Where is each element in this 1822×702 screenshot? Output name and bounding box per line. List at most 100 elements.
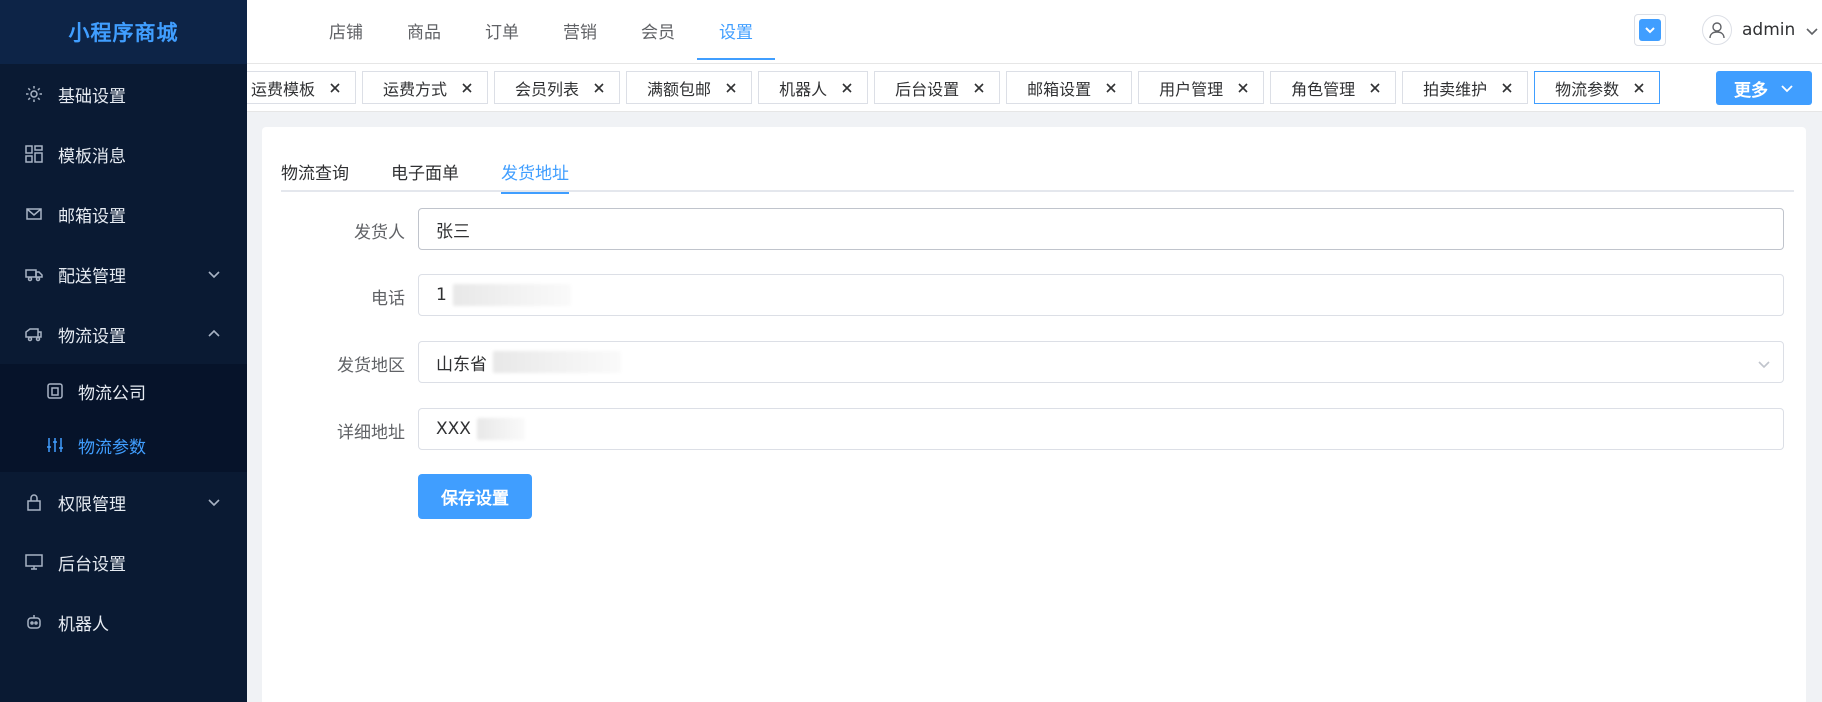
- tab-logistics-query[interactable]: 物流查询: [281, 159, 349, 192]
- sidebar-item-logistics-company[interactable]: 物流公司: [0, 364, 247, 418]
- tag-label: 邮箱设置: [1027, 79, 1092, 99]
- form-row-sender: 发货人 张三: [262, 208, 1806, 250]
- tag-item[interactable]: 机器人: [758, 71, 869, 104]
- mail-icon: [24, 204, 44, 224]
- tag-item[interactable]: 满额包邮: [626, 71, 753, 104]
- lock-icon: [24, 492, 44, 512]
- sidebar-item-label: 物流公司: [78, 383, 146, 404]
- sidebar-item-logistics-settings[interactable]: 物流设置: [0, 304, 247, 364]
- close-icon[interactable]: [1369, 82, 1381, 94]
- sidebar: 小程序商城 基础设置 模板消息 邮箱设置 配送管理 物流设置 物流公司 物流参数…: [0, 0, 247, 702]
- sidebar-item-label: 基础设置: [58, 86, 126, 107]
- region-label: 发货地区: [337, 356, 405, 376]
- tab-electronic-waybill[interactable]: 电子面单: [391, 159, 459, 192]
- top-nav-products[interactable]: 商品: [385, 0, 463, 60]
- sidebar-item-label: 模板消息: [58, 146, 126, 167]
- close-icon[interactable]: [329, 82, 341, 94]
- close-icon[interactable]: [593, 82, 605, 94]
- tag-label: 拍卖维护: [1423, 79, 1488, 99]
- avatar: [1702, 15, 1732, 45]
- redacted-mask: [452, 284, 571, 306]
- sidebar-item-label: 后台设置: [58, 554, 126, 575]
- sidebar-item-label: 物流设置: [58, 326, 126, 347]
- top-nav-orders[interactable]: 订单: [463, 0, 541, 60]
- tag-label: 物流参数: [1555, 79, 1620, 99]
- top-nav-shop[interactable]: 店铺: [307, 0, 385, 60]
- sidebar-item-label: 物流参数: [78, 437, 146, 458]
- sidebar-item-basic-settings[interactable]: 基础设置: [0, 64, 247, 124]
- sidebar-item-permission-management[interactable]: 权限管理: [0, 472, 247, 532]
- building-icon: [46, 382, 64, 400]
- save-settings-button[interactable]: 保存设置: [418, 474, 532, 519]
- form-row-region: 发货地区 山东省: [262, 341, 1806, 383]
- top-nav-settings[interactable]: 设置: [697, 0, 775, 60]
- top-header: 店铺 商品 订单 营销 会员 设置 admin: [247, 0, 1822, 64]
- address-value: XXX: [436, 419, 471, 439]
- user-menu[interactable]: admin: [1702, 14, 1819, 46]
- tag-item[interactable]: 会员列表: [494, 71, 621, 104]
- form-row-address: 详细地址 XXX: [262, 408, 1806, 450]
- settings-card: 物流查询 电子面单 发货地址 发货人 张三 电话 1 发货地区 山东省 详细地址…: [262, 127, 1806, 702]
- tab-shipping-address[interactable]: 发货地址: [501, 159, 569, 194]
- sender-label: 发货人: [354, 223, 405, 243]
- grid-icon: [24, 144, 44, 164]
- sidebar-item-label: 机器人: [58, 614, 109, 635]
- redacted-mask: [493, 351, 621, 373]
- tag-item[interactable]: 拍卖维护: [1402, 71, 1529, 104]
- tag-item[interactable]: 物流参数: [1534, 71, 1661, 104]
- tag-item[interactable]: 后台设置: [874, 71, 1001, 104]
- top-nav: 店铺 商品 订单 营销 会员 设置: [307, 0, 775, 64]
- sidebar-item-backend-settings[interactable]: 后台设置: [0, 532, 247, 592]
- form-row-phone: 电话 1: [262, 274, 1806, 316]
- top-nav-marketing[interactable]: 营销: [541, 0, 619, 60]
- close-icon[interactable]: [1501, 82, 1513, 94]
- sidebar-item-logistics-params[interactable]: 物流参数: [0, 418, 247, 472]
- user-name: admin: [1742, 20, 1796, 40]
- chevron-up-icon: [207, 326, 221, 340]
- monitor-icon: [24, 552, 44, 572]
- tag-label: 会员列表: [515, 79, 580, 99]
- address-input[interactable]: XXX: [418, 408, 1784, 450]
- tag-item[interactable]: 邮箱设置: [1006, 71, 1133, 104]
- sidebar-item-robot[interactable]: 机器人: [0, 592, 247, 652]
- address-label: 详细地址: [337, 423, 405, 443]
- header-dropdown-button[interactable]: [1634, 14, 1666, 46]
- robot-icon: [24, 612, 44, 632]
- close-icon[interactable]: [725, 82, 737, 94]
- sender-value: 张三: [436, 221, 470, 242]
- top-nav-members[interactable]: 会员: [619, 0, 697, 60]
- tag-label: 用户管理: [1159, 79, 1224, 99]
- chevron-down-icon: [207, 266, 221, 280]
- region-select[interactable]: 山东省: [418, 341, 1784, 383]
- sub-tabs: 物流查询 电子面单 发货地址: [281, 159, 1794, 194]
- close-icon[interactable]: [973, 82, 985, 94]
- close-icon[interactable]: [1633, 82, 1645, 94]
- tag-item[interactable]: 运费方式: [362, 71, 489, 104]
- region-value: 山东省: [436, 354, 487, 375]
- more-button[interactable]: 更多: [1716, 71, 1812, 105]
- tag-label: 后台设置: [895, 79, 960, 99]
- tag-item[interactable]: 用户管理: [1138, 71, 1265, 104]
- phone-label: 电话: [371, 289, 405, 309]
- tag-label: 满额包邮: [647, 79, 712, 99]
- close-icon[interactable]: [1105, 82, 1117, 94]
- sidebar-item-delivery-management[interactable]: 配送管理: [0, 244, 247, 304]
- tag-item[interactable]: 角色管理: [1270, 71, 1397, 104]
- close-icon[interactable]: [841, 82, 853, 94]
- delivery-icon: [24, 324, 44, 344]
- tag-item[interactable]: 运费模板: [247, 71, 357, 104]
- chevron-down-icon: [1781, 85, 1793, 93]
- more-button-label: 更多: [1734, 80, 1768, 101]
- brand-title[interactable]: 小程序商城: [0, 0, 247, 64]
- redacted-mask: [476, 418, 525, 440]
- chevron-down-icon: [1805, 23, 1819, 37]
- phone-input[interactable]: 1: [418, 274, 1784, 316]
- sender-input[interactable]: 张三: [418, 208, 1784, 250]
- user-icon: [1709, 22, 1725, 39]
- tags-list: 运费模板 运费方式 会员列表 满额包邮 机器人 后台设置 邮箱设置 用户管理 角色管理 拍卖维护 物…: [247, 71, 1666, 104]
- close-icon[interactable]: [1237, 82, 1249, 94]
- close-icon[interactable]: [461, 82, 473, 94]
- tag-label: 运费方式: [383, 79, 448, 99]
- sidebar-item-template-messages[interactable]: 模板消息: [0, 124, 247, 184]
- sidebar-item-email-settings[interactable]: 邮箱设置: [0, 184, 247, 244]
